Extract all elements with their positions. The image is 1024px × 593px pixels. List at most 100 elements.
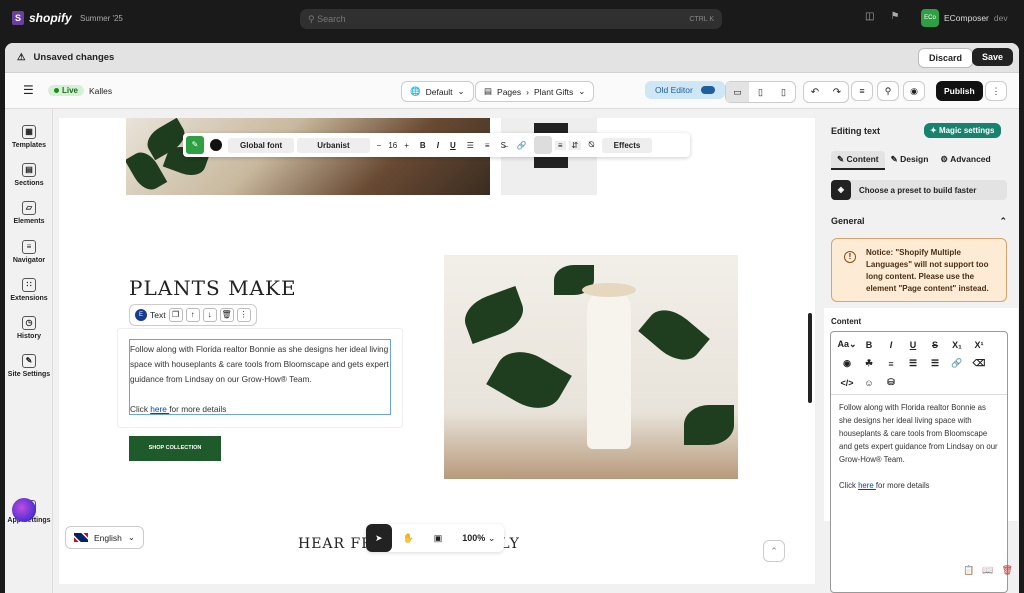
tab-design[interactable]: ✎ Design	[885, 151, 935, 170]
user-avatar[interactable]	[12, 498, 36, 522]
ordered-list-icon[interactable]: ☰	[463, 141, 478, 150]
inspect-icon[interactable]: ⚲	[877, 81, 899, 101]
discard-button[interactable]: Discard	[918, 48, 974, 68]
language-selector[interactable]: English ⌄	[65, 526, 145, 549]
ordered-list-icon[interactable]: ☰	[903, 355, 923, 372]
shopify-logo[interactable]: Sshopify	[12, 11, 72, 25]
search-input[interactable]: ⚲ Search CTRL K	[300, 9, 722, 29]
code-icon[interactable]: </>	[837, 374, 857, 391]
more-icon[interactable]: ⋮	[236, 308, 251, 322]
panel-tabs: ✎ Content ✎ Design ⚙ Advanced	[831, 151, 1011, 170]
store-icon[interactable]: ◫	[865, 11, 874, 22]
line-height-icon[interactable]: ⇵	[568, 140, 582, 150]
magic-settings-button[interactable]: ✦ Magic settings	[924, 123, 1001, 138]
old-editor-toggle[interactable]: Old Editor	[645, 81, 725, 99]
sliders-icon[interactable]: ≡	[851, 81, 873, 101]
font-size-value[interactable]: 16	[388, 141, 397, 150]
fit-screen-icon[interactable]: ▣	[425, 524, 452, 552]
page-headline[interactable]: PLANTS MAKE	[129, 276, 297, 300]
unordered-list-icon[interactable]: ☰	[925, 355, 945, 372]
sidebar-item-site-settings[interactable]: ✎ Site Settings	[5, 354, 53, 378]
shop-collection-button[interactable]: SHOP COLLECTION	[129, 436, 221, 461]
general-section-header[interactable]: General ⌃	[831, 216, 1007, 227]
move-down-icon[interactable]: ↓	[202, 308, 217, 322]
database-icon[interactable]: ⛁	[881, 374, 901, 391]
underline-icon[interactable]: U	[446, 141, 460, 150]
pointer-icon[interactable]: ➤	[366, 524, 392, 552]
bell-icon[interactable]: ⚑	[890, 11, 899, 22]
subscript-icon[interactable]: X₁	[947, 336, 967, 353]
clear-format-icon[interactable]: ⦰	[584, 140, 598, 150]
market-dropdown[interactable]: 🌐 Default ⌄	[401, 81, 474, 102]
tab-advanced[interactable]: ⚙ Advanced	[934, 151, 996, 170]
emoji-icon[interactable]: ☺	[859, 374, 879, 391]
sidebar-item-templates[interactable]: ▦ Templates	[5, 125, 53, 149]
align-left-icon[interactable]: ≡	[554, 140, 566, 150]
highlight-color-icon[interactable]	[533, 136, 552, 154]
link-icon[interactable]: 🔗	[513, 141, 531, 150]
pen-icon[interactable]: ✎	[186, 136, 204, 154]
duplicate-icon[interactable]: ❐	[168, 308, 183, 322]
global-font-button[interactable]: Global font	[228, 137, 295, 153]
book-icon[interactable]: 📖	[982, 565, 993, 576]
redo-icon[interactable]: ↷	[826, 82, 848, 102]
text-color-swatch[interactable]	[210, 139, 222, 151]
superscript-icon[interactable]: X¹	[969, 336, 989, 353]
delete-icon[interactable]: 🗑	[1001, 565, 1012, 576]
font-family-select[interactable]: Urbanist	[297, 137, 370, 153]
sidebar-item-elements[interactable]: ▱ Elements	[5, 201, 53, 225]
hand-icon[interactable]: ✋	[394, 524, 423, 552]
brush-icon: ✎	[890, 154, 901, 164]
strikethrough-icon[interactable]: S̶	[497, 141, 510, 150]
publish-button[interactable]: Publish	[936, 81, 983, 101]
preset-button[interactable]: ◈ Choose a preset to build faster	[831, 180, 1007, 200]
link-icon[interactable]: 🔗	[947, 355, 967, 372]
unordered-list-icon[interactable]: ≡	[481, 141, 494, 150]
font-size-icon[interactable]: Aa⌄	[837, 336, 857, 353]
undo-icon[interactable]: ↶	[804, 82, 826, 102]
rich-text-editor[interactable]: Aa⌄ B I U S X₁ X¹ ◉ ☘ ≡ ☰ ☰ 🔗 ⌫ </> ☺ ⛁ …	[830, 331, 1008, 593]
fill-icon[interactable]: ☘	[859, 355, 879, 372]
more-options-icon[interactable]: ⋮	[985, 81, 1007, 101]
sidebar-item-sections[interactable]: ▤ Sections	[5, 163, 53, 187]
align-icon[interactable]: ≡	[881, 355, 901, 372]
rte-here-link[interactable]: here	[858, 481, 876, 490]
italic-icon[interactable]: I	[433, 141, 443, 150]
tab-content[interactable]: ✎ Content	[831, 151, 885, 170]
bold-icon[interactable]: B	[859, 336, 879, 353]
page-dropdown[interactable]: ▤ Pages › Plant Gifts ⌄	[475, 81, 595, 102]
selected-text-element[interactable]: Follow along with Florida realtor Bonnie…	[129, 339, 391, 415]
canvas-scrollbar[interactable]	[808, 313, 812, 403]
desktop-icon[interactable]: ▭	[726, 82, 749, 102]
preview-eye-icon[interactable]: ◉	[903, 81, 925, 101]
eraser-icon[interactable]: ⌫	[969, 355, 989, 372]
search-placeholder: Search	[317, 14, 346, 24]
store-switcher[interactable]: ECo EComposer dev	[921, 9, 1008, 27]
font-size-decrease-icon[interactable]: −	[373, 141, 386, 150]
italic-icon[interactable]: I	[881, 336, 901, 353]
sidebar-item-navigator[interactable]: ≡ Navigator	[5, 240, 53, 264]
chevron-down-icon: ⌄	[127, 532, 136, 542]
sidebar-item-extensions[interactable]: ∷ Extensions	[5, 278, 53, 302]
move-up-icon[interactable]: ↑	[185, 308, 200, 322]
tablet-icon[interactable]: ▯	[749, 82, 772, 102]
layers-icon: ◈	[831, 180, 851, 200]
mobile-icon[interactable]: ▯	[772, 82, 795, 102]
font-size-increase-icon[interactable]: +	[400, 141, 413, 150]
rte-content[interactable]: Follow along with Florida realtor Bonnie…	[831, 395, 1007, 498]
effects-button[interactable]: Effects	[601, 137, 653, 153]
save-button[interactable]: Save	[972, 48, 1014, 66]
delete-icon[interactable]: 🗑	[219, 308, 234, 322]
scroll-to-top-icon[interactable]: ⌃	[763, 540, 785, 562]
hamburger-menu-icon[interactable]: ☰	[23, 83, 34, 97]
palette-icon[interactable]: ◉	[837, 355, 857, 372]
underline-icon[interactable]: U	[903, 336, 923, 353]
clipboard-icon[interactable]: 📋	[963, 565, 974, 576]
zoom-dropdown[interactable]: 100% ⌄	[453, 524, 504, 552]
strikethrough-icon[interactable]: S	[925, 336, 945, 353]
here-link[interactable]: here	[150, 404, 169, 414]
sidebar-item-history[interactable]: ◷ History	[5, 316, 53, 340]
page-canvas: PLANTS MAKE Follow along with Florida re…	[59, 118, 815, 584]
editor-header: ☰ Live Kalles 🌐 Default ⌄ ▤ Pages › Plan…	[5, 73, 1019, 109]
bold-icon[interactable]: B	[416, 141, 430, 150]
